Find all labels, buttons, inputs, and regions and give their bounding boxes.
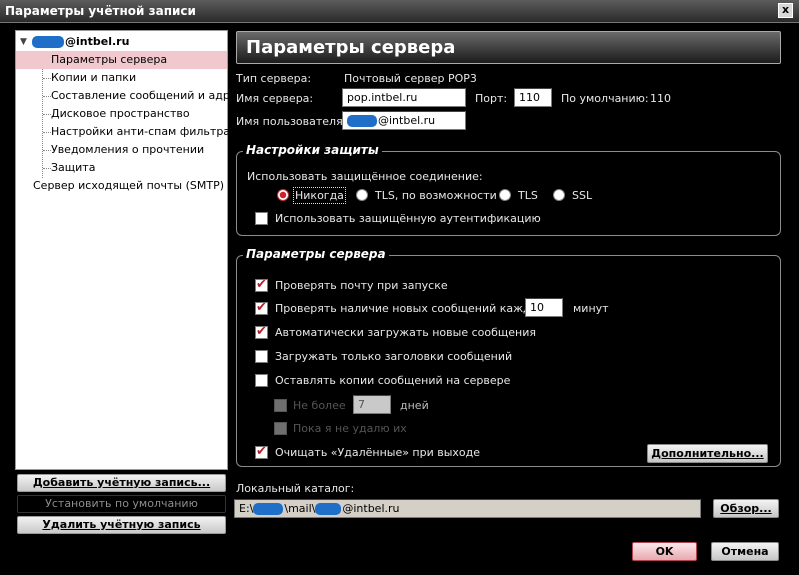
panel-title: Параметры сервера xyxy=(246,37,456,58)
panel-header: Параметры сервера xyxy=(236,31,781,64)
tree-item-label: Настройки анти-спам фильтра xyxy=(51,125,231,138)
secure-auth-label[interactable]: Использовать защищённую аутентификацию xyxy=(275,212,541,225)
local-dir-mid: \mail\ xyxy=(284,502,316,515)
close-icon: x xyxy=(781,3,790,16)
radio-tls-if-available-label[interactable]: TLS, по возможности xyxy=(375,189,497,202)
advanced-button-label: Дополнительно... xyxy=(651,447,764,460)
secure-connection-label: Использовать защищённое соединение: xyxy=(247,170,483,183)
tree-item-label: Составление сообщений и адр... xyxy=(51,89,241,102)
set-default-button: Установить по умолчанию xyxy=(17,495,226,513)
window-titlebar: Параметры учётной записи x xyxy=(0,0,799,23)
empty-trash-label[interactable]: Очищать «Удалённые» при выходе xyxy=(275,446,480,459)
server-settings-group-title: Параметры сервера xyxy=(243,247,389,261)
account-name: @intbel.ru xyxy=(65,35,130,48)
set-default-label: Установить по умолчанию xyxy=(45,497,198,510)
cancel-button[interactable]: Отмена xyxy=(711,542,779,561)
browse-button-label: Обзор... xyxy=(720,502,772,515)
local-dir-prefix: E:\ xyxy=(239,502,254,515)
ok-button-label: OK xyxy=(655,545,674,558)
server-settings-group: Параметры сервера Проверять почту при за… xyxy=(236,247,781,467)
username-input[interactable]: @intbel.ru xyxy=(342,111,466,130)
no-more-than-label: Не более xyxy=(293,399,346,412)
security-group-title: Настройки защиты xyxy=(243,143,382,157)
radio-ssl-label[interactable]: SSL xyxy=(572,189,592,202)
local-dir-label: Локальный каталог: xyxy=(236,482,355,495)
auto-download-label[interactable]: Автоматически загружать новые сообщения xyxy=(275,326,536,339)
tree-item-label: Параметры сервера xyxy=(51,53,168,66)
check-interval-input[interactable]: 10 xyxy=(525,298,563,317)
window-title: Параметры учётной записи xyxy=(5,4,196,18)
tree-item-antispam[interactable]: Настройки анти-спам фильтра xyxy=(51,123,230,141)
radio-never[interactable] xyxy=(277,189,289,201)
advanced-button[interactable]: Дополнительно... xyxy=(647,444,768,463)
no-more-than-checkbox xyxy=(274,399,287,412)
add-account-button[interactable]: Добавить учётную запись... xyxy=(17,474,226,492)
tree-account-node[interactable]: ▼ @intbel.ru xyxy=(16,33,227,51)
tree-item-label: Защита xyxy=(51,161,96,174)
tree-item-read-receipts[interactable]: Уведомления о прочтении xyxy=(51,141,204,159)
server-type-value: Почтовый сервер POP3 xyxy=(344,72,477,85)
redacted-username xyxy=(32,36,64,48)
empty-trash-checkbox[interactable] xyxy=(255,444,268,459)
check-on-startup-checkbox[interactable] xyxy=(255,277,268,292)
username-value: @intbel.ru xyxy=(378,114,436,127)
tree-item-security[interactable]: Защита xyxy=(51,159,95,177)
tree-item-label: Копии и папки xyxy=(51,71,137,84)
username-label: Имя пользователя: xyxy=(236,115,347,128)
headers-only-label[interactable]: Загружать только заголовки сообщений xyxy=(275,350,512,363)
default-port-label: По умолчанию: xyxy=(561,92,649,105)
headers-only-checkbox[interactable] xyxy=(255,350,268,363)
tree-item-server-settings[interactable]: Параметры сервера xyxy=(16,51,227,69)
server-name-input[interactable]: pop.intbel.ru xyxy=(342,88,466,107)
until-deleted-checkbox xyxy=(274,422,287,435)
check-every-label[interactable]: Проверять наличие новых сообщений каждые xyxy=(275,302,546,315)
delete-account-button[interactable]: Удалить учётную запись xyxy=(17,516,226,534)
days-label: дней xyxy=(400,399,429,412)
ok-button[interactable]: OK xyxy=(632,542,697,561)
port-label: Порт: xyxy=(475,92,508,105)
until-deleted-label: Пока я не удалю их xyxy=(293,422,407,435)
browse-button[interactable]: Обзор... xyxy=(713,499,779,518)
radio-ssl[interactable] xyxy=(553,189,565,201)
local-dir-input[interactable]: E:\ \mail\ @intbel.ru xyxy=(234,499,701,518)
redacted-path xyxy=(315,503,342,515)
close-button[interactable]: x xyxy=(778,3,793,18)
redacted-path xyxy=(253,503,284,515)
radio-never-label[interactable]: Никогда xyxy=(293,187,346,204)
tree-item-label: Дисковое пространство xyxy=(51,107,190,120)
radio-tls-label[interactable]: TLS xyxy=(518,189,538,202)
server-type-label: Тип сервера: xyxy=(236,72,312,85)
server-name-label: Имя сервера: xyxy=(236,92,314,105)
tree-item-label: Уведомления о прочтении xyxy=(51,143,205,156)
check-on-startup-label[interactable]: Проверять почту при запуске xyxy=(275,279,448,292)
leave-copies-checkbox[interactable] xyxy=(255,374,268,387)
secure-auth-checkbox[interactable] xyxy=(255,212,268,225)
redacted-username xyxy=(347,115,377,127)
tree-item-copies-folders[interactable]: Копии и папки xyxy=(51,69,136,87)
leave-copies-label[interactable]: Оставлять копии сообщений на сервере xyxy=(275,374,510,387)
auto-download-checkbox[interactable] xyxy=(255,324,268,339)
local-dir-suffix: @intbel.ru xyxy=(342,502,400,515)
port-input[interactable]: 110 xyxy=(514,88,552,107)
radio-tls[interactable] xyxy=(499,189,511,201)
tree-item-disk-space[interactable]: Дисковое пространство xyxy=(51,105,190,123)
tree-item-label: Сервер исходящей почты (SMTP) xyxy=(33,179,225,192)
security-group: Настройки защиты Использовать защищённое… xyxy=(236,143,781,236)
tree-item-smtp[interactable]: Сервер исходящей почты (SMTP) xyxy=(33,177,224,195)
account-tree[interactable]: ▼ @intbel.ru Параметры сервера Копии и п… xyxy=(15,30,240,470)
minutes-label: минут xyxy=(573,302,609,315)
delete-account-label: Удалить учётную запись xyxy=(42,518,201,531)
collapse-triangle-icon[interactable]: ▼ xyxy=(20,33,27,51)
radio-tls-if-available[interactable] xyxy=(356,189,368,201)
cancel-button-label: Отмена xyxy=(721,545,769,558)
no-more-than-input: 7 xyxy=(353,395,391,414)
add-account-label: Добавить учётную запись... xyxy=(32,476,211,489)
tree-item-composition[interactable]: Составление сообщений и адр... xyxy=(51,87,240,105)
check-every-checkbox[interactable] xyxy=(255,300,268,315)
default-port-value: 110 xyxy=(650,92,671,105)
